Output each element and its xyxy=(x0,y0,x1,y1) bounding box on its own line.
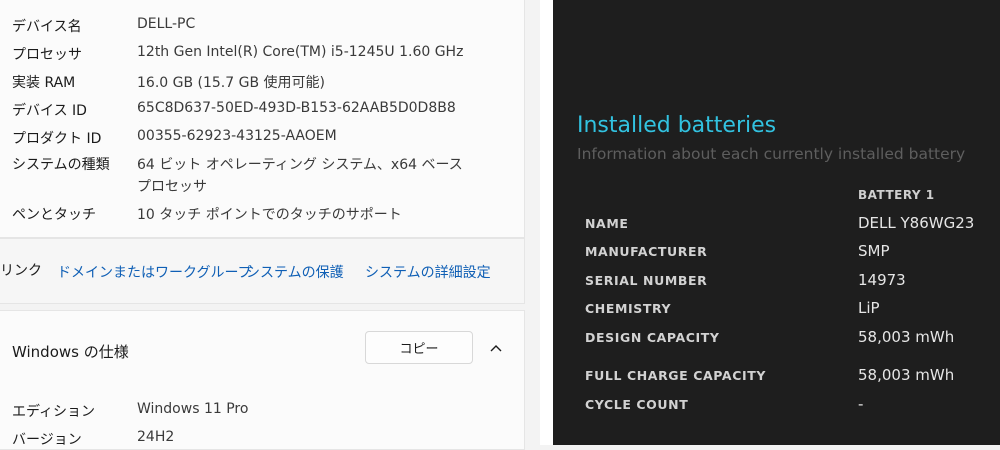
spec-label: エディション xyxy=(12,404,96,420)
spec-value: 65C8D637-50ED-493D-B153-62AAB5D0D8B8 xyxy=(137,100,456,116)
windows-spec-title: Windows の仕様 xyxy=(12,343,129,361)
battery-row-serial: SERIAL NUMBER 14973 xyxy=(585,271,995,293)
spec-label: 実装 RAM xyxy=(12,75,76,91)
battery-key: CHEMISTRY xyxy=(585,301,672,316)
spec-value: 24H2 xyxy=(137,429,175,445)
spec-value: 12th Gen Intel(R) Core(TM) i5-1245U 1.60… xyxy=(137,44,464,60)
chevron-up-icon[interactable] xyxy=(488,340,504,356)
spec-value: Windows 11 Pro xyxy=(137,401,249,417)
battery-row-manufacturer: MANUFACTURER SMP xyxy=(585,242,995,264)
battery-key: CYCLE COUNT xyxy=(585,397,689,412)
copy-button[interactable]: コピー xyxy=(365,331,473,364)
spec-value: 10 タッチ ポイントでのタッチのサポート xyxy=(137,207,402,223)
battery-key: NAME xyxy=(585,216,629,231)
battery-key: DESIGN CAPACITY xyxy=(585,330,720,345)
battery-section-subtitle: Information about each currently install… xyxy=(577,145,966,163)
spec-label: プロダクト ID xyxy=(12,131,102,147)
battery-section-title: Installed batteries xyxy=(577,113,777,138)
system-protection-link[interactable]: システムの保護 xyxy=(246,262,344,282)
spec-label: デバイス ID xyxy=(12,103,87,119)
domain-workgroup-link[interactable]: ドメインまたはワークグループ xyxy=(57,262,252,282)
battery-report-panel: Installed batteries Information about ea… xyxy=(553,0,1000,445)
spec-value: 16.0 GB (15.7 GB 使用可能) xyxy=(137,75,325,91)
spec-label: バージョン xyxy=(12,432,82,448)
battery-key: SERIAL NUMBER xyxy=(585,273,708,288)
battery-row-design-capacity: DESIGN CAPACITY 58,003 mWh xyxy=(585,328,995,350)
battery-value: - xyxy=(858,395,864,413)
spec-value: 64 ビット オペレーティング システム、x64 ベース プロセッサ xyxy=(137,157,463,195)
battery-row-cycle-count: CYCLE COUNT - xyxy=(585,395,995,417)
battery-row-name: NAME DELL Y86WG23 xyxy=(585,214,995,236)
battery-value: 14973 xyxy=(858,271,906,289)
battery-value: DELL Y86WG23 xyxy=(858,214,975,232)
advanced-system-settings-link[interactable]: システムの詳細設定 xyxy=(365,262,491,282)
spec-label: プロセッサ xyxy=(12,47,82,63)
battery-row-chemistry: CHEMISTRY LiP xyxy=(585,299,995,321)
battery-value: 58,003 mWh xyxy=(858,328,955,346)
battery-value: SMP xyxy=(858,242,890,260)
spec-value: 00355-62923-43125-AAOEM xyxy=(137,128,337,144)
spec-value: DELL-PC xyxy=(137,16,196,32)
settings-panel: デバイス名 DELL-PC プロセッサ 12th Gen Intel(R) Co… xyxy=(0,0,540,450)
battery-key: FULL CHARGE CAPACITY xyxy=(585,368,766,383)
spec-label: デバイス名 xyxy=(12,19,82,35)
spec-label: システムの種類 xyxy=(12,157,110,173)
related-links-label: リンク xyxy=(0,263,42,279)
battery-value: LiP xyxy=(858,299,880,317)
battery-row-full-charge-capacity: FULL CHARGE CAPACITY 58,003 mWh xyxy=(585,366,995,388)
window-divider xyxy=(540,0,553,445)
battery-column-header: BATTERY 1 xyxy=(858,188,935,202)
battery-key: MANUFACTURER xyxy=(585,244,708,259)
spec-label: ペンとタッチ xyxy=(12,207,96,223)
battery-value: 58,003 mWh xyxy=(858,366,955,384)
